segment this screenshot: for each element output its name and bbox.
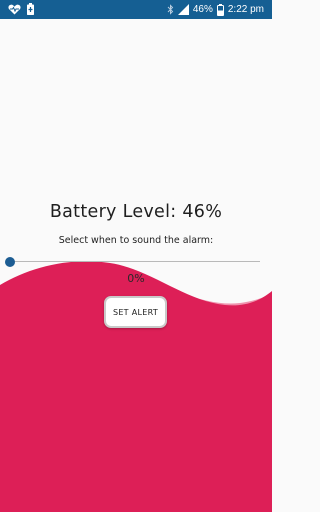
battery-saver-icon bbox=[27, 3, 34, 18]
battery-percent-text: 46% bbox=[192, 4, 213, 15]
slider-track[interactable] bbox=[10, 261, 260, 262]
status-right-icons: 46% 2:22 pm bbox=[167, 0, 264, 19]
battery-icon bbox=[216, 3, 224, 16]
clock-text: 2:22 pm bbox=[227, 4, 264, 15]
app-content: Battery Level: 46% Select when to sound … bbox=[0, 19, 272, 512]
alarm-level-slider[interactable] bbox=[5, 255, 264, 269]
bluetooth-icon bbox=[167, 4, 174, 15]
status-left-icons bbox=[8, 3, 34, 18]
set-alert-button[interactable]: SET ALERT bbox=[104, 296, 167, 328]
slider-thumb[interactable] bbox=[5, 257, 15, 267]
status-bar: 46% 2:22 pm bbox=[0, 0, 272, 19]
alarm-percent-label: 0% bbox=[127, 272, 145, 285]
battery-level-heading: Battery Level: 46% bbox=[49, 202, 223, 222]
heart-notification-icon bbox=[8, 4, 21, 18]
signal-icon bbox=[177, 4, 189, 15]
alarm-instruction-text: Select when to sound the alarm: bbox=[58, 235, 214, 246]
